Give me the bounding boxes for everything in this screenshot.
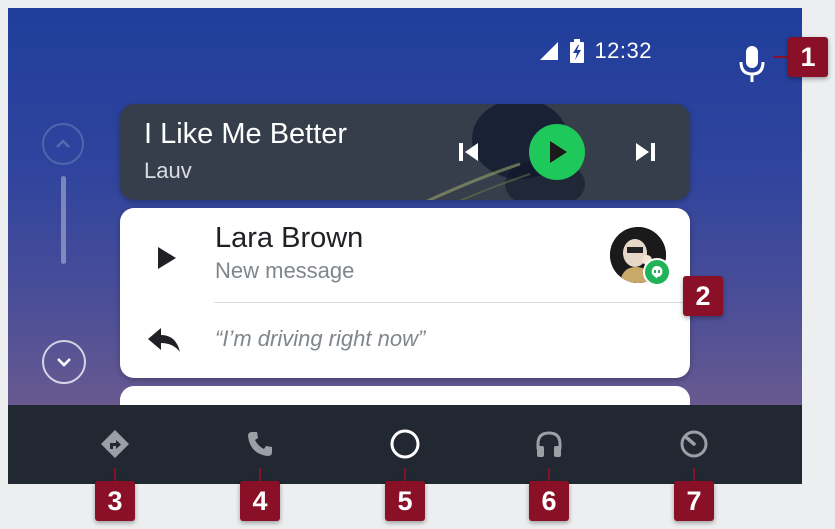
message-card[interactable]: Lara Brown New message “I’m driving righ… bbox=[120, 208, 690, 378]
status-bar: 12:32 bbox=[538, 38, 652, 64]
callout-1: 1 bbox=[788, 37, 828, 77]
battery-charging-icon bbox=[570, 39, 585, 63]
scroll-down-button[interactable] bbox=[42, 340, 86, 384]
callout-4: 4 bbox=[240, 481, 280, 521]
android-auto-screen: 12:32 I Like Me Better Lauv Lara Brown N… bbox=[8, 8, 802, 484]
hangouts-badge bbox=[643, 258, 671, 286]
callout-leader-4 bbox=[259, 468, 261, 482]
microphone-icon[interactable] bbox=[738, 44, 766, 84]
message-sender: Lara Brown bbox=[215, 222, 364, 254]
home-circle-icon bbox=[390, 429, 420, 459]
quick-reply-text[interactable]: “I’m driving right now” bbox=[215, 326, 425, 352]
callout-3: 3 bbox=[95, 481, 135, 521]
track-title: I Like Me Better bbox=[144, 118, 348, 150]
play-button[interactable] bbox=[529, 124, 585, 180]
headphones-icon bbox=[536, 431, 562, 457]
exit-icon bbox=[680, 430, 708, 458]
reply-icon[interactable] bbox=[146, 326, 182, 356]
scroll-up-button[interactable] bbox=[42, 123, 84, 165]
now-playing-card[interactable]: I Like Me Better Lauv bbox=[120, 104, 690, 200]
skip-previous-icon[interactable] bbox=[454, 137, 484, 167]
message-subtitle: New message bbox=[215, 258, 355, 283]
skip-next-icon[interactable] bbox=[630, 137, 660, 167]
chevron-down-icon bbox=[57, 358, 71, 367]
callout-leader-3 bbox=[114, 468, 116, 482]
callout-leader-6 bbox=[548, 468, 550, 482]
callout-5: 5 bbox=[385, 481, 425, 521]
callout-6: 6 bbox=[529, 481, 569, 521]
cell-signal-icon bbox=[540, 42, 559, 60]
play-icon bbox=[550, 141, 567, 163]
play-message-icon[interactable] bbox=[150, 242, 182, 274]
nav-button-home[interactable] bbox=[384, 423, 426, 465]
clock: 12:32 bbox=[594, 38, 652, 63]
callout-2: 2 bbox=[683, 276, 723, 316]
chevron-up-icon bbox=[56, 139, 70, 148]
callout-leader-7 bbox=[693, 468, 695, 482]
phone-icon bbox=[248, 432, 272, 456]
nav-button-media[interactable] bbox=[528, 423, 570, 465]
navigation-icon bbox=[101, 430, 129, 458]
track-artist: Lauv bbox=[144, 158, 192, 183]
callout-7: 7 bbox=[674, 481, 714, 521]
nav-button-navigation[interactable] bbox=[94, 423, 136, 465]
scroll-indicator bbox=[61, 176, 66, 264]
chat-bubble-icon bbox=[651, 266, 663, 279]
nav-button-exit[interactable] bbox=[673, 423, 715, 465]
nav-button-phone[interactable] bbox=[239, 423, 281, 465]
card-divider bbox=[214, 302, 690, 303]
callout-leader-5 bbox=[404, 468, 406, 482]
